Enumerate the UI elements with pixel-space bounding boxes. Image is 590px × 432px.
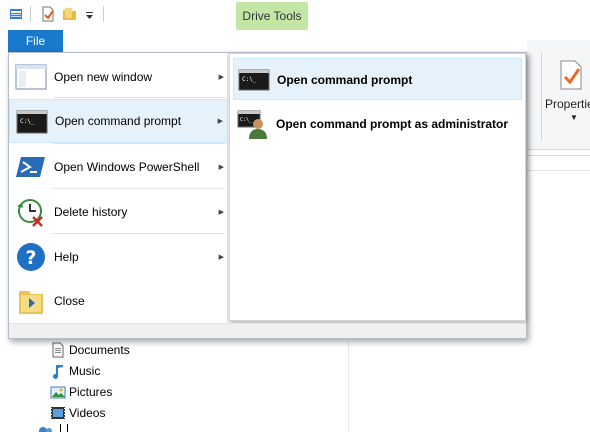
delete-history-icon [15,196,47,228]
nav-item-music[interactable]: Music [50,361,100,381]
help-icon: ? [15,241,47,273]
chevron-right-icon: ▶ [218,254,224,261]
powershell-icon [15,151,47,183]
chevron-right-icon: ▶ [218,74,224,81]
tab-file[interactable]: File [8,30,63,53]
command-prompt-icon: C:\_ [16,106,48,138]
nav-item-label: Music [69,364,101,378]
submenu-item-open-command-prompt-as-administrator[interactable]: C:\_ Open command prompt as administrato… [233,103,522,145]
properties-icon[interactable] [40,6,56,25]
menu-divider [53,143,225,144]
nav-item-partial [60,424,68,432]
menu-item-help[interactable]: ? Help ▶ [9,235,228,279]
svg-text:C:\_: C:\_ [20,118,35,125]
menu-item-label: Delete history [54,205,128,219]
command-prompt-submenu: C:\_ Open command prompt C:\_ Open comma… [229,53,526,321]
pictures-icon [50,384,66,400]
menu-divider [53,97,225,98]
ribbon-divider [541,52,542,140]
nav-item-pictures[interactable]: Pictures [50,382,112,402]
menu-item-label: Open new window [54,70,153,84]
nav-item-label: Pictures [69,385,113,399]
new-folder-icon[interactable] [62,6,78,25]
tab-drive-tools[interactable]: Drive Tools [236,2,308,30]
nav-item-label: Documents [69,343,130,357]
file-explorer-window: Drive Tools Propertie ▼ Documents Music … [0,0,590,432]
svg-text:C:\_: C:\_ [240,117,253,123]
menu-divider [53,188,225,189]
submenu-item-label: Open command prompt [277,73,413,87]
network-icon[interactable] [38,424,54,432]
pane-divider [348,342,349,432]
menu-item-open-command-prompt[interactable]: C:\_ Open command prompt ▶ [9,99,228,143]
menu-item-open-new-window[interactable]: Open new window ▶ [9,55,228,99]
file-menu-commands: Open new window ▶ C:\_ Open command prom… [9,53,228,323]
address-bar-border [527,155,590,156]
properties-icon[interactable] [558,60,584,93]
chevron-right-icon: ▶ [218,209,224,216]
svg-text:?: ? [25,247,36,269]
svg-text:C:\_: C:\_ [242,76,257,83]
column-header-border [527,170,590,171]
music-icon [50,363,66,379]
chevron-right-icon: ▶ [218,164,224,171]
documents-icon [50,342,66,358]
command-prompt-icon: C:\_ [238,64,270,96]
submenu-item-open-command-prompt[interactable]: C:\_ Open command prompt [233,58,522,100]
file-menu-footer [9,323,526,338]
file-menu: Open new window ▶ C:\_ Open command prom… [8,52,527,339]
menu-item-label: Close [54,294,85,308]
menu-item-close[interactable]: Close [9,279,228,323]
menu-item-label: Open Windows PowerShell [54,160,200,174]
app-icon[interactable] [8,6,24,25]
nav-item-documents[interactable]: Documents [50,340,130,360]
customize-dropdown-icon[interactable] [85,9,94,23]
menu-item-label: Open command prompt [55,114,182,128]
toolbar-divider [103,6,104,22]
properties-button[interactable]: Propertie [545,97,590,111]
nav-item-videos[interactable]: Videos [50,403,105,423]
chevron-down-icon[interactable]: ▼ [570,113,578,122]
ribbon [527,40,590,150]
submenu-item-label: Open command prompt as administrator [276,117,509,131]
window-icon [15,61,47,93]
menu-item-delete-history[interactable]: Delete history ▶ [9,190,228,234]
videos-icon [50,405,66,421]
nav-item-label: Videos [69,406,106,420]
toolbar-divider [30,6,31,22]
close-folder-icon [15,285,47,317]
menu-item-open-windows-powershell[interactable]: Open Windows PowerShell ▶ [9,145,228,189]
menu-item-label: Help [54,250,79,264]
admin-command-prompt-icon: C:\_ [237,108,269,140]
chevron-right-icon: ▶ [217,118,223,125]
quick-access-toolbar: Drive Tools [0,0,590,31]
menu-divider [53,233,225,234]
